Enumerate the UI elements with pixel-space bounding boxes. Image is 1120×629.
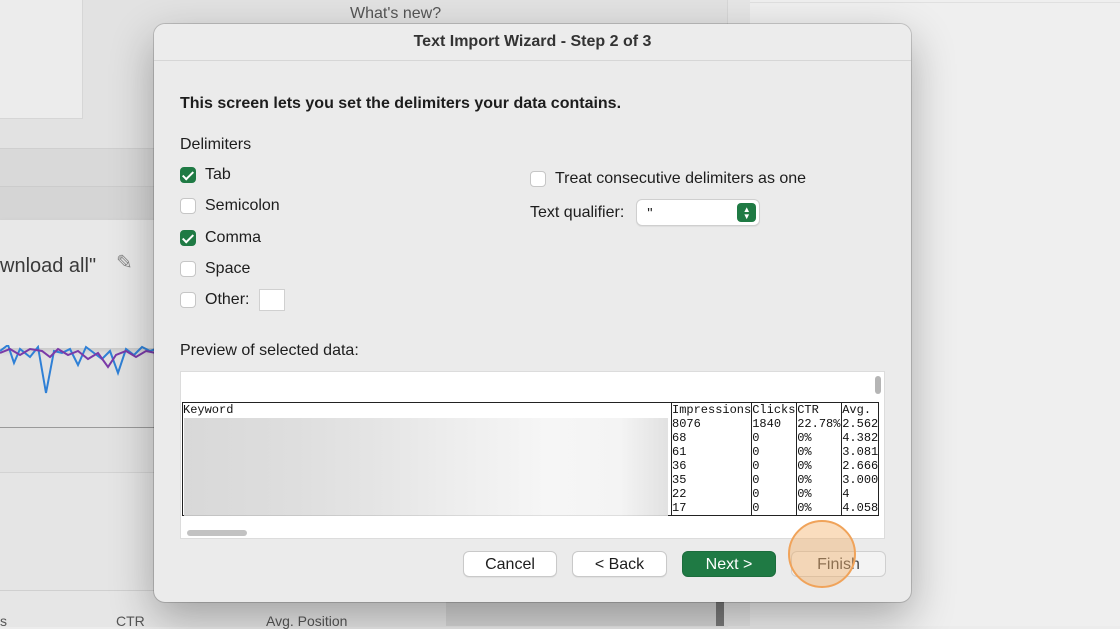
table-cell: 0	[751, 473, 798, 487]
dialog-title: Text Import Wizard - Step 2 of 3	[413, 33, 652, 50]
text-qualifier-value: "	[647, 205, 653, 222]
table-cell: 0	[751, 487, 798, 501]
table-cell: 3.081	[841, 445, 880, 459]
data-preview-pane[interactable]: Keyword Impressions Clicks CTR Avg. 8076…	[180, 371, 885, 539]
column-header-avg-position[interactable]: Avg. Position	[266, 613, 347, 629]
whats-new-link[interactable]: What's new?	[350, 5, 441, 23]
treat-consecutive-checkbox[interactable]	[530, 171, 546, 187]
preview-label: Preview of selected data:	[180, 342, 359, 359]
table-cell: 17	[670, 501, 753, 516]
download-all-text[interactable]: wnload all"	[0, 255, 96, 278]
column-header[interactable]: s	[0, 613, 7, 629]
instruction-text: This screen lets you set the delimiters …	[180, 95, 622, 112]
background-divider	[750, 2, 1120, 3]
table-header-cell[interactable]: Keyword	[182, 402, 672, 417]
other-label: Other:	[205, 291, 250, 308]
background-band	[0, 186, 160, 221]
redacted-keywords-blur	[184, 418, 668, 516]
table-cell: 0	[751, 445, 798, 459]
delimiter-comma-option[interactable]: Comma	[180, 227, 261, 249]
table-cell: 0%	[796, 473, 843, 487]
table-cell: 2.562	[841, 417, 880, 431]
treat-consecutive-label: Treat consecutive delimiters as one	[555, 170, 807, 187]
text-import-wizard-dialog: Text Import Wizard - Step 2 of 3 This sc…	[154, 24, 911, 602]
table-cell: 1840	[751, 417, 798, 431]
table-cell: 61	[670, 445, 753, 459]
delimiters-label: Delimiters	[180, 136, 252, 153]
text-qualifier-label: Text qualifier:	[530, 203, 625, 221]
back-button[interactable]: < Back	[572, 551, 667, 577]
background-lower-card	[0, 472, 156, 593]
table-header-cell[interactable]: CTR	[796, 402, 843, 417]
table-cell: 8076	[670, 417, 753, 431]
table-cell: 68	[670, 431, 753, 445]
table-cell: 2.666	[841, 459, 880, 473]
table-header-cell[interactable]: Impressions	[670, 402, 753, 417]
pencil-icon[interactable]: ✎	[116, 250, 133, 275]
preview-vertical-scrollbar[interactable]	[875, 376, 881, 394]
background-line-chart	[0, 345, 156, 394]
dialog-titlebar[interactable]: Text Import Wizard - Step 2 of 3	[154, 24, 911, 61]
preview-horizontal-scrollbar[interactable]	[187, 530, 247, 536]
delimiter-other-option[interactable]: Other:	[180, 289, 286, 311]
other-delimiter-input[interactable]	[259, 289, 286, 311]
text-qualifier-select[interactable]: " ▲ ▼	[636, 199, 761, 226]
table-cell: 0%	[796, 445, 843, 459]
table-cell: 3.000	[841, 473, 880, 487]
table-cell: 0%	[796, 487, 843, 501]
table-cell: 22	[670, 487, 753, 501]
delimiter-semicolon-option[interactable]: Semicolon	[180, 195, 280, 217]
table-cell: 0%	[796, 431, 843, 445]
semicolon-checkbox[interactable]	[180, 198, 196, 214]
table-row: Keyword Impressions Clicks CTR Avg.	[182, 402, 880, 417]
table-cell: 4	[841, 487, 880, 501]
delimiter-space-option[interactable]: Space	[180, 258, 250, 280]
table-cell: 35	[670, 473, 753, 487]
table-cell: 0%	[796, 459, 843, 473]
table-cell: 4.382	[841, 431, 880, 445]
next-button[interactable]: Next >	[682, 551, 776, 577]
table-cell: 22.78%	[796, 417, 843, 431]
space-label: Space	[205, 260, 251, 277]
comma-checkbox[interactable]	[180, 230, 196, 246]
background-band	[0, 148, 160, 187]
column-header-ctr[interactable]: CTR	[116, 613, 145, 629]
cancel-button[interactable]: Cancel	[463, 551, 557, 577]
comma-label: Comma	[205, 229, 262, 246]
chevron-updown-icon: ▲ ▼	[737, 203, 757, 222]
background-top-card	[0, 0, 83, 119]
semicolon-label: Semicolon	[205, 197, 280, 214]
table-header-cell[interactable]: Avg.	[841, 402, 880, 417]
background-scroll-thumb[interactable]	[716, 600, 724, 626]
treat-consecutive-option[interactable]: Treat consecutive delimiters as one	[530, 168, 806, 190]
other-checkbox[interactable]	[180, 292, 196, 308]
table-cell: 0	[751, 501, 798, 516]
table-cell: 0	[751, 431, 798, 445]
table-cell: 0%	[796, 501, 843, 516]
table-header-cell[interactable]: Clicks	[751, 402, 798, 417]
background-export-panel	[0, 220, 160, 348]
tab-label: Tab	[205, 166, 231, 183]
chart-axis-line	[0, 427, 156, 428]
table-cell: 4.058	[841, 501, 880, 516]
table-cell: 0	[751, 459, 798, 473]
tab-checkbox[interactable]	[180, 167, 196, 183]
table-cell: 36	[670, 459, 753, 473]
space-checkbox[interactable]	[180, 261, 196, 277]
text-qualifier-row: Text qualifier: " ▲ ▼	[530, 199, 761, 226]
click-indicator	[788, 520, 856, 588]
delimiter-tab-option[interactable]: Tab	[180, 164, 231, 186]
